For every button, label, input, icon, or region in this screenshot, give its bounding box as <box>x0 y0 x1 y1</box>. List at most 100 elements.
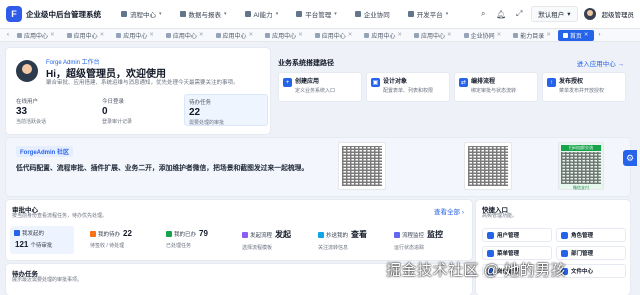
close-icon[interactable]: ✕ <box>199 32 204 38</box>
nav-flow-center[interactable]: 流程中心 ▾ <box>115 6 168 22</box>
approval-initiated[interactable]: 我发起的 121 个待审批 <box>10 226 74 254</box>
todo-sub: 展示最近需要处理的审批事项。 <box>12 277 83 283</box>
tab-app-center[interactable]: 应用中心 ✕ <box>62 30 110 41</box>
catalog-icon <box>513 32 519 38</box>
tenant-select[interactable]: 默认租户 ▾ <box>531 6 578 22</box>
quick-user-manage[interactable]: 用户管理 <box>482 228 552 242</box>
close-icon[interactable]: ✕ <box>149 32 154 38</box>
username[interactable]: 超级管理员 <box>602 9 635 19</box>
approval-done[interactable]: 我的已办 79 已处理任务 <box>162 226 226 254</box>
approval-monitor[interactable]: 流程监控 监控 运行状态追踪 <box>390 226 454 254</box>
qr-code-group <box>464 142 512 190</box>
quick-dept-manage[interactable]: 部门管理 <box>556 246 626 260</box>
role-icon <box>561 231 568 239</box>
close-icon[interactable]: ✕ <box>397 32 402 38</box>
close-icon[interactable]: ✕ <box>249 32 254 38</box>
flow-design-card[interactable]: ⇄ 编排流程 绑定审批与状态流转 <box>454 72 538 102</box>
quick-role-manage[interactable]: 角色管理 <box>556 228 626 242</box>
todo-icon <box>90 230 96 237</box>
chevron-right-icon[interactable]: › <box>596 32 604 38</box>
tab-collab[interactable]: 企业协同 ✕ <box>459 30 507 41</box>
nav-platform[interactable]: 平台管理 ▾ <box>290 6 343 22</box>
approval-center: 审批中心 按当前身份查看流程任务，待办优先处理。 查看全部 › 我发起的 121… <box>6 200 472 260</box>
close-icon[interactable]: ✕ <box>546 32 551 38</box>
chevron-down-icon: ▾ <box>275 11 279 17</box>
flow-icon <box>121 11 127 17</box>
tab-app-center[interactable]: 应用中心 ✕ <box>12 30 60 41</box>
approval-todo[interactable]: 我的待办 22 待签收 / 待处理 <box>86 226 150 254</box>
close-icon[interactable]: ✕ <box>348 32 353 38</box>
settings-gear-icon[interactable]: ⚙ <box>623 150 637 166</box>
tab-app-center[interactable]: 应用中心 ✕ <box>310 30 358 41</box>
tab-app-center[interactable]: 应用中心 ✕ <box>161 30 209 41</box>
app-icon <box>215 32 221 38</box>
app-logo[interactable]: F <box>6 6 22 22</box>
close-icon[interactable]: ✕ <box>100 32 105 38</box>
design-object-card[interactable]: ▣ 设计对象 配置表单、列表和权限 <box>366 72 450 102</box>
tab-app-center[interactable]: 应用中心 ✕ <box>260 30 308 41</box>
enter-app-center-link[interactable]: 进入应用中心 → <box>577 58 624 68</box>
stat-todo-tasks[interactable]: 待办任务 22 需要处理的审批 <box>184 94 268 126</box>
chevron-down-icon: ▾ <box>159 11 162 17</box>
fullscreen-icon[interactable]: ⤢ <box>513 8 525 20</box>
header-actions: ⌕ 🔔︎ ⤢ 默认租户 ▾ 超级管理员 <box>477 6 634 22</box>
tab-app-center[interactable]: 应用中心 ✕ <box>211 30 259 41</box>
monitor-icon <box>394 231 400 238</box>
stat-online-users[interactable]: 在线用户 33 当前活跃会话 <box>12 94 96 126</box>
platform-icon <box>296 11 303 17</box>
publish-icon: ↑ <box>547 78 556 87</box>
publish-card[interactable]: ↑ 发布授权 菜单发布并开放授权 <box>542 72 626 102</box>
tabs-bar: ‹ 应用中心 ✕ 应用中心 ✕ 应用中心 ✕ 应用中心 ✕ 应用中心 ✕ 应用中心 ✕ 应用… <box>0 29 640 42</box>
menu-icon <box>487 249 494 257</box>
quick-menu-manage[interactable]: 菜单管理 <box>482 246 552 260</box>
chevron-left-icon[interactable]: ‹ <box>4 32 12 38</box>
bell-icon[interactable]: 🔔︎ <box>495 8 507 20</box>
qr-code-wechat <box>338 142 386 190</box>
stat-today-logins[interactable]: 今日登录 0 登录审计记录 <box>98 94 182 126</box>
chevron-down-icon: ▾ <box>224 11 227 17</box>
check-icon <box>166 230 172 237</box>
approval-cc[interactable]: 抄送我的 查看 关注流转信息 <box>314 226 378 254</box>
app-icon <box>414 32 419 38</box>
create-app-card[interactable]: + 创建应用 定义业务系统入口 <box>278 72 362 102</box>
app-icon <box>116 32 122 38</box>
search-icon[interactable]: ⌕ <box>477 8 489 20</box>
team-icon <box>354 11 361 17</box>
team-icon <box>463 32 469 38</box>
community-text: 低代码配置、流程审批、插件扩展、业务二开，添加维护者微信，把场景和截图发过来一起… <box>16 165 309 172</box>
community-badge: ForgeAdmin 社区 <box>16 146 73 157</box>
build-path-title: 业务系统搭建路径 <box>278 60 334 67</box>
quick-file-center[interactable]: 文件中心 <box>556 264 626 278</box>
close-icon[interactable]: ✕ <box>50 32 55 38</box>
chevron-down-icon: ▾ <box>445 11 449 17</box>
build-path-panel: 业务系统搭建路径 进入应用中心 → + 创建应用 定义业务系统入口 ▣ 设计对象 配置表… <box>274 54 630 134</box>
nav-ai[interactable]: AI能力 ▾ <box>239 6 285 22</box>
app-icon <box>314 32 320 38</box>
tab-home[interactable]: 首页 ✕ <box>557 29 594 41</box>
qr-code-pay: 扫码加群交流 微信支付 <box>558 142 604 190</box>
close-icon[interactable]: ✕ <box>298 32 303 38</box>
cc-icon <box>318 231 324 238</box>
tab-app-center[interactable]: 应用中心 ✕ <box>409 30 457 41</box>
tab-app-center[interactable]: 应用中心 ✕ <box>359 30 407 41</box>
profile-avatar <box>16 60 38 82</box>
nav-data-reports[interactable]: 数据与报表 ▾ <box>174 6 233 22</box>
app-title: 企业级中后台管理系统 <box>26 9 101 19</box>
code-icon <box>407 11 414 17</box>
nav-dev[interactable]: 开发平台 ▾ <box>402 6 455 22</box>
close-icon[interactable]: ✕ <box>584 32 589 38</box>
app-icon <box>364 32 370 38</box>
close-icon[interactable]: ✕ <box>447 32 452 38</box>
close-icon[interactable]: ✕ <box>497 32 502 38</box>
view-all-link[interactable]: 查看全部 › <box>434 206 464 216</box>
chart-icon <box>179 11 186 17</box>
top-navbar: F 企业级中后台管理系统 流程中心 ▾ 数据与报表 ▾ AI能力 ▾ 平台管理 ▾ 企业… <box>0 0 640 29</box>
tab-app-center[interactable]: 应用中心 ✕ <box>111 30 159 41</box>
app-icon <box>17 32 22 38</box>
tab-capability[interactable]: 能力目录 ✕ <box>508 30 556 41</box>
nav-collab[interactable]: 企业协同 <box>349 6 396 22</box>
approval-start-flow[interactable]: 发起流程 发起 选择流程模板 <box>238 226 302 254</box>
app-icon <box>165 32 171 38</box>
avatar[interactable] <box>583 8 596 20</box>
quick-entry-sub: 高频管理功能。 <box>482 213 518 219</box>
